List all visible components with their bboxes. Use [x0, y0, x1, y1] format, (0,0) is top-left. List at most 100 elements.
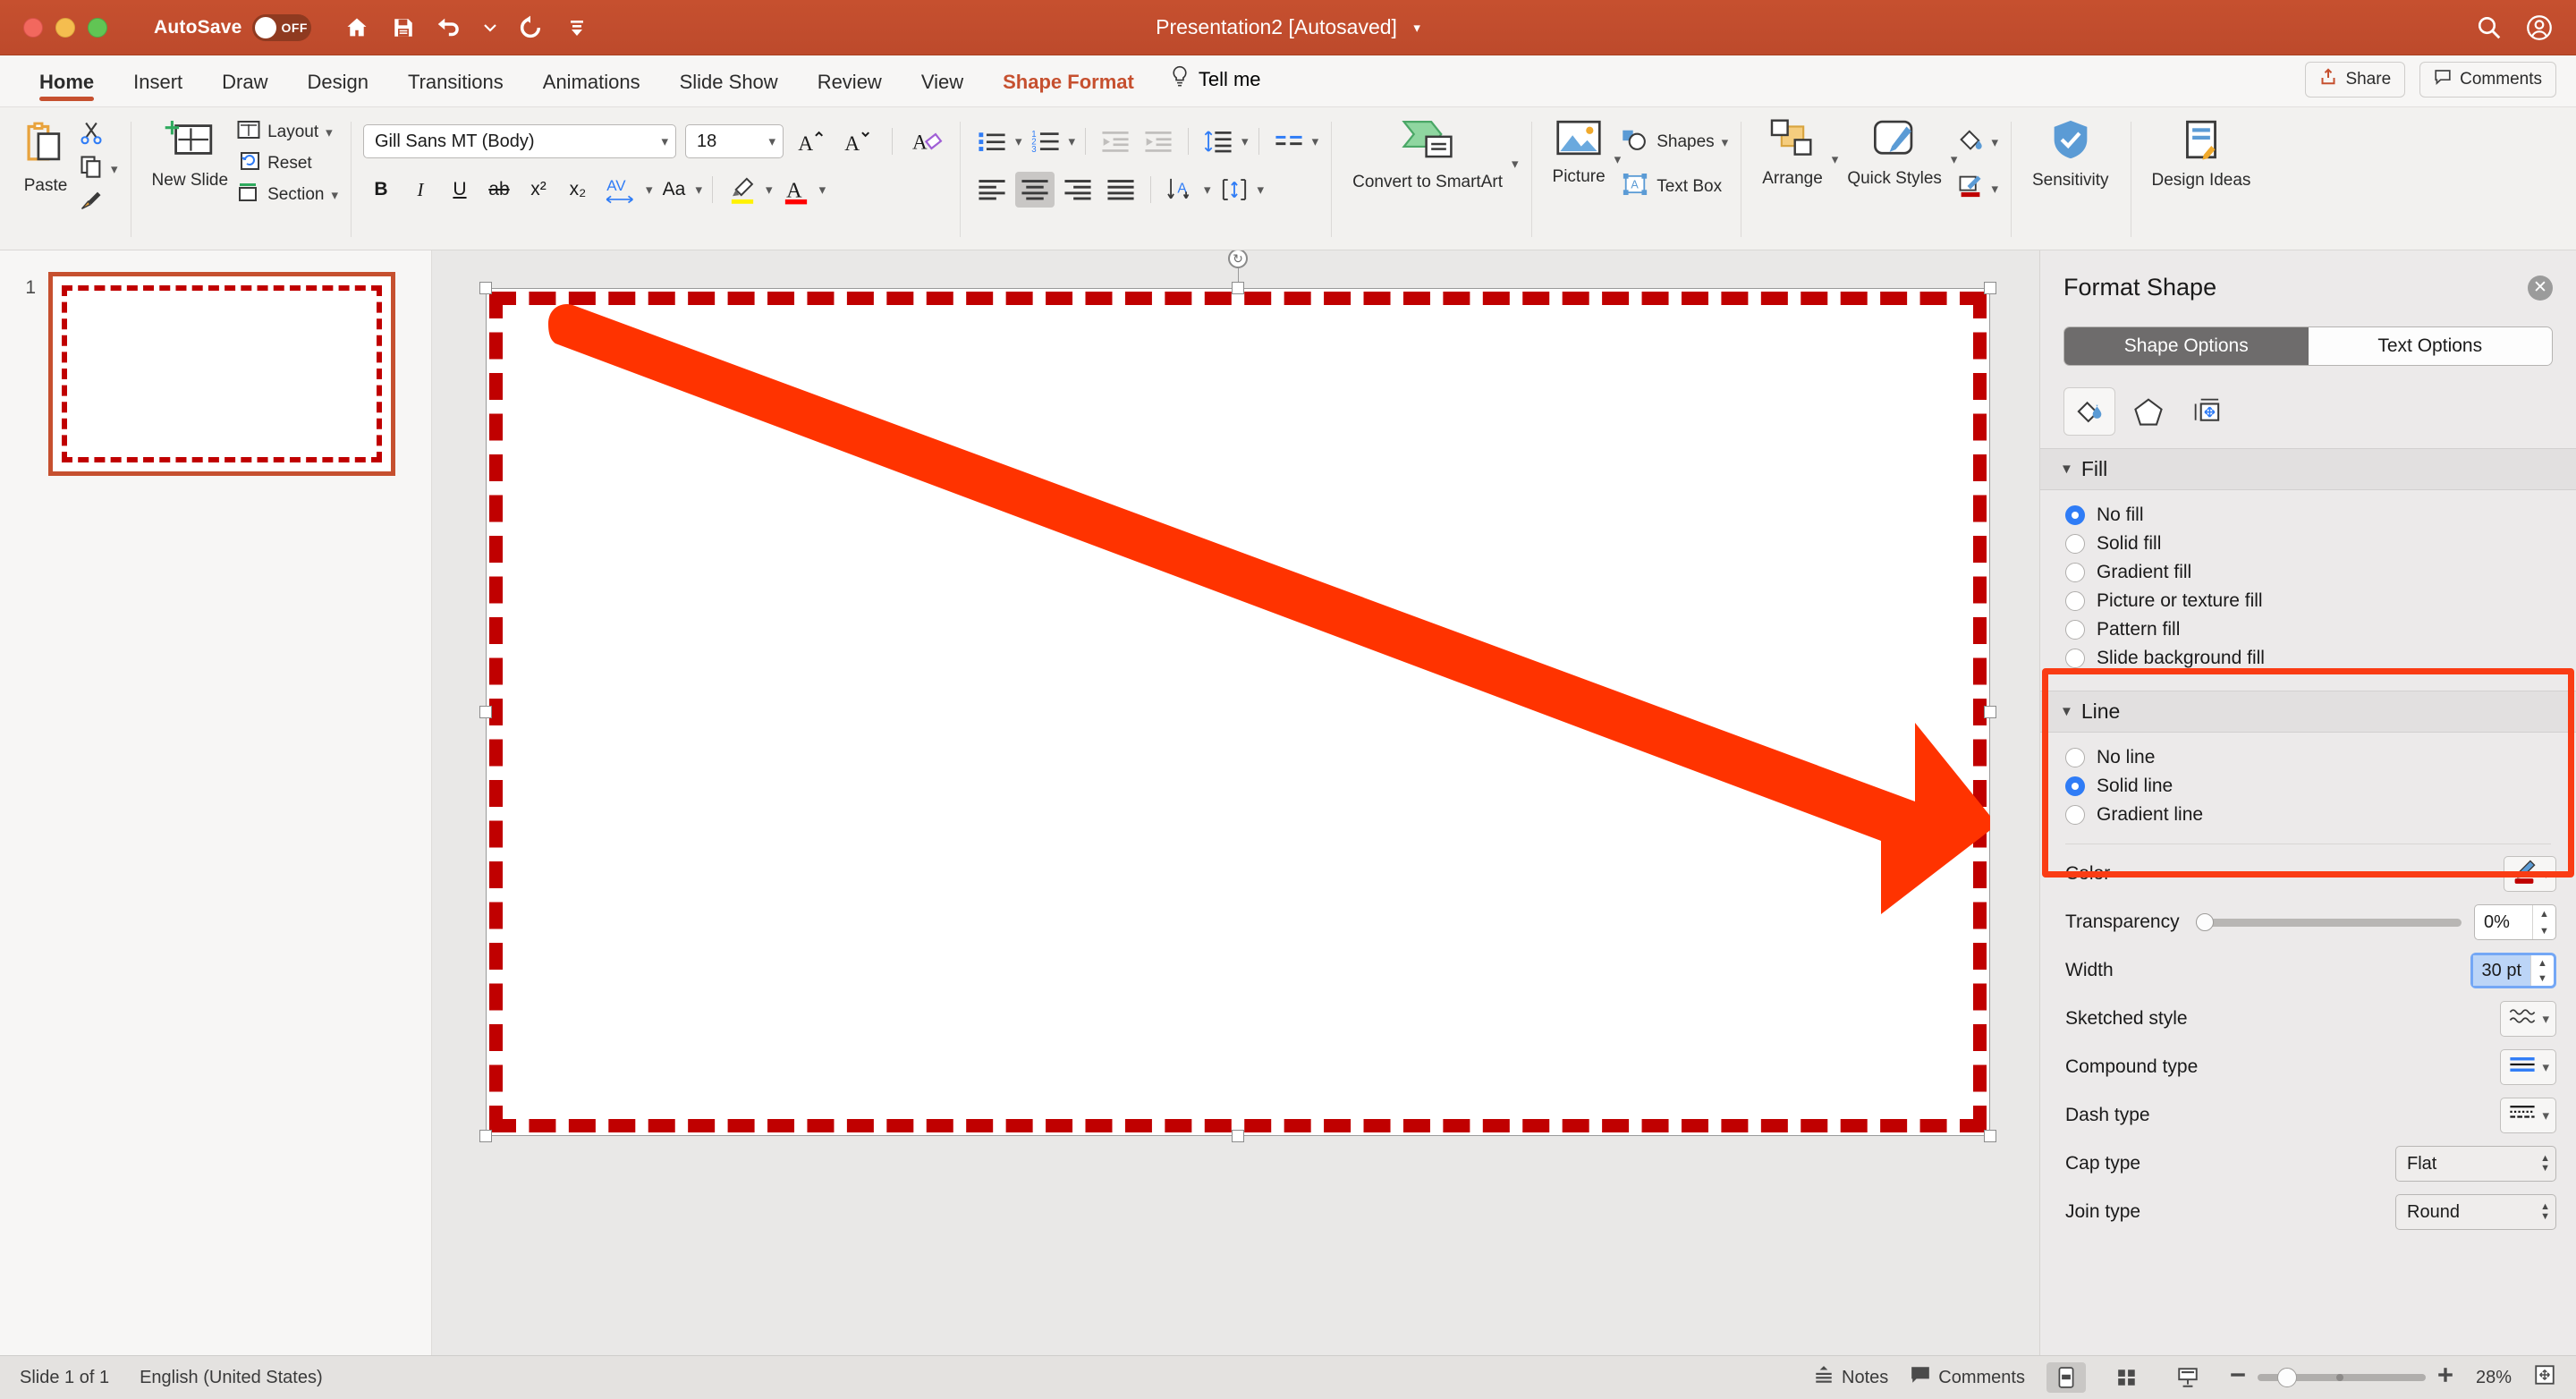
thumbnail-slide-1[interactable]: 1	[0, 272, 431, 476]
close-icon[interactable]: ✕	[2528, 275, 2553, 301]
dash-type-button[interactable]: ▾	[2500, 1098, 2556, 1133]
align-center-button[interactable]	[1014, 172, 1055, 208]
title-dropdown-chevron-icon[interactable]: ▾	[1413, 20, 1420, 36]
transparency-slider[interactable]	[2195, 913, 2462, 931]
line-option-gradient-line[interactable]: Gradient line	[2065, 801, 2576, 829]
quick-styles-chevron-icon[interactable]: ▾	[1951, 151, 1958, 167]
decrease-font-size-button[interactable]: A	[839, 123, 877, 159]
arrange-chevron-icon[interactable]: ▾	[1832, 151, 1839, 167]
text-direction-button[interactable]: A	[1161, 172, 1200, 208]
paste-button[interactable]: Paste	[13, 113, 79, 195]
language-label[interactable]: English (United States)	[140, 1368, 323, 1388]
shape-outline-chevron-icon[interactable]: ▾	[1991, 181, 1998, 197]
zoom-slider-track[interactable]	[2257, 1368, 2426, 1387]
line-section-header[interactable]: ▼ Line	[2040, 691, 2576, 733]
tab-view[interactable]: View	[902, 71, 983, 106]
bold-button[interactable]: B	[363, 172, 399, 208]
zoom-in-icon[interactable]	[2436, 1366, 2454, 1389]
tab-insert[interactable]: Insert	[114, 71, 202, 106]
arrange-button[interactable]: Arrange	[1753, 113, 1832, 188]
tab-design[interactable]: Design	[288, 71, 388, 106]
spinner-down-icon[interactable]: ▼	[2531, 971, 2554, 986]
undo-dropdown-chevron-icon[interactable]	[483, 14, 497, 41]
zoom-level-label[interactable]: 28%	[2476, 1368, 2512, 1388]
customize-toolbar-icon[interactable]	[564, 14, 590, 41]
resize-handle-middle-right[interactable]	[1984, 706, 1996, 718]
zoom-out-icon[interactable]	[2229, 1366, 2247, 1389]
reading-view-button[interactable]	[2168, 1362, 2207, 1393]
sensitivity-button[interactable]: Sensitivity	[2023, 113, 2118, 190]
compound-type-control[interactable]: ▾	[2500, 1049, 2556, 1085]
shape-fill-button[interactable]: ▾	[1957, 127, 1998, 157]
line-width-spinner[interactable]: 30 pt ▲ ▼	[2470, 953, 2556, 988]
fill-option-slide-background-fill[interactable]: Slide background fill	[2065, 644, 2576, 673]
tab-text-options[interactable]: Text Options	[2308, 327, 2552, 365]
design-ideas-button[interactable]: Design Ideas	[2143, 113, 2260, 190]
font-name-combo[interactable]: Gill Sans MT (Body) ▾	[362, 124, 676, 158]
share-button[interactable]: Share	[2305, 62, 2406, 98]
compound-type-dropdown-triangle-icon[interactable]: ▾	[2542, 1059, 2549, 1075]
text-highlight-button[interactable]	[723, 172, 762, 208]
align-left-button[interactable]	[972, 172, 1012, 208]
resize-handle-middle-left[interactable]	[479, 706, 492, 718]
fill-option-no-fill[interactable]: No fill	[2065, 501, 2576, 530]
fill-option-pattern-fill[interactable]: Pattern fill	[2065, 615, 2576, 644]
convert-to-smartart-button[interactable]: Convert to SmartArt	[1343, 113, 1512, 191]
tab-home[interactable]: Home	[20, 71, 114, 106]
font-name-chevron-icon[interactable]: ▾	[661, 133, 668, 149]
decrease-indent-button[interactable]	[1096, 123, 1135, 159]
change-case-chevron-icon[interactable]: ▾	[696, 182, 703, 198]
resize-handle-top-center[interactable]	[1232, 282, 1244, 294]
comments-status-button[interactable]: Comments	[1910, 1364, 2025, 1391]
spinner-up-icon[interactable]: ▲	[2533, 905, 2555, 922]
numbering-button[interactable]: 123	[1026, 123, 1065, 159]
reset-button[interactable]: Reset	[237, 151, 338, 176]
comments-button[interactable]: Comments	[2419, 62, 2556, 98]
align-text-chevron-icon[interactable]: ▾	[1258, 182, 1265, 198]
zoom-slider-group[interactable]	[2229, 1366, 2454, 1389]
resize-handle-bottom-left[interactable]	[479, 1130, 492, 1142]
format-shape-panel[interactable]: Format Shape ✕ Shape Options Text Option…	[2039, 250, 2576, 1355]
rotate-handle-icon[interactable]: ↻	[1228, 250, 1248, 268]
text-direction-chevron-icon[interactable]: ▾	[1204, 182, 1211, 198]
sketched-rectangle-shape[interactable]	[489, 292, 1987, 1132]
save-icon[interactable]	[390, 14, 417, 41]
fill-option-picture-or-texture-fill[interactable]: Picture or texture fill	[2065, 587, 2576, 615]
sketched-style-button[interactable]: ▾	[2500, 1001, 2556, 1037]
format-painter-button[interactable]	[79, 188, 118, 218]
align-right-button[interactable]	[1058, 172, 1097, 208]
fill-and-line-icon[interactable]	[2063, 387, 2115, 436]
redo-icon[interactable]	[517, 14, 544, 41]
tab-transitions[interactable]: Transitions	[388, 71, 523, 106]
slide-thumbnail-panel[interactable]: 1	[0, 250, 432, 1355]
line-color-dropdown-triangle-icon[interactable]: ▾	[2542, 866, 2549, 882]
slider-knob[interactable]	[2195, 913, 2214, 931]
line-spacing-chevron-icon[interactable]: ▾	[1241, 133, 1249, 149]
close-window-button[interactable]	[23, 17, 43, 38]
spinner-up-icon[interactable]: ▲	[2531, 955, 2554, 971]
picture-chevron-icon[interactable]: ▾	[1614, 151, 1622, 167]
size-and-properties-icon[interactable]	[2182, 387, 2233, 436]
tab-shape-options[interactable]: Shape Options	[2064, 327, 2309, 365]
quick-styles-button[interactable]: Quick Styles	[1838, 113, 1951, 188]
superscript-button[interactable]: x²	[521, 172, 556, 208]
line-option-solid-line[interactable]: Solid line	[2065, 772, 2576, 801]
thumbnail-preview[interactable]	[48, 272, 395, 476]
underline-button[interactable]: U	[442, 172, 478, 208]
bullets-chevron-icon[interactable]: ▾	[1015, 133, 1022, 149]
resize-handle-bottom-center[interactable]	[1232, 1130, 1244, 1142]
autosave-control[interactable]: AutoSave OFF	[154, 13, 312, 41]
text-box-button[interactable]: A Text Box	[1621, 172, 1728, 202]
effects-icon[interactable]	[2123, 387, 2174, 436]
subscript-button[interactable]: x₂	[560, 172, 596, 208]
fill-option-gradient-fill[interactable]: Gradient fill	[2065, 558, 2576, 587]
tab-review[interactable]: Review	[798, 71, 902, 106]
cut-button[interactable]	[79, 120, 118, 150]
dash-type-dropdown-triangle-icon[interactable]: ▾	[2542, 1107, 2549, 1123]
character-spacing-button[interactable]: AV	[599, 172, 642, 208]
tab-slide-show[interactable]: Slide Show	[660, 71, 798, 106]
shape-fill-chevron-icon[interactable]: ▾	[1991, 134, 1998, 150]
change-case-button[interactable]: Aa	[657, 172, 692, 208]
columns-button[interactable]	[1269, 123, 1309, 159]
line-color-button[interactable]: ▾	[2504, 856, 2556, 892]
